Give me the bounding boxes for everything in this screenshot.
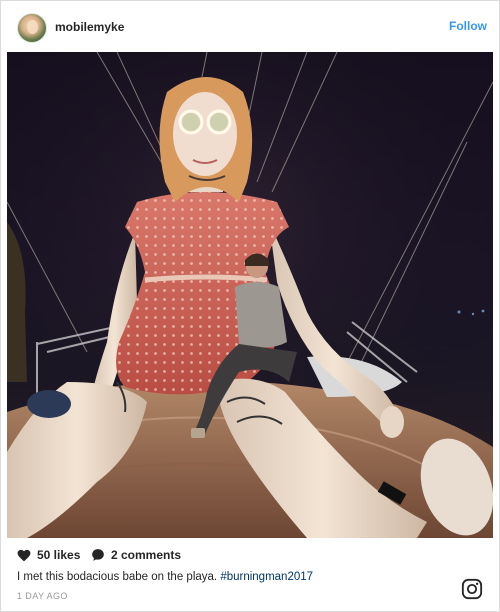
caption-text: I met this bodacious babe on the playa. <box>17 571 221 583</box>
post-caption: I met this bodacious babe on the playa. … <box>17 571 313 583</box>
heart-icon[interactable] <box>17 549 31 562</box>
username[interactable]: mobilemyke <box>55 20 124 34</box>
comments-count: 2 comments <box>111 548 182 562</box>
comments-group[interactable]: 2 comments <box>91 548 181 562</box>
avatar[interactable] <box>17 13 47 43</box>
post-timestamp[interactable]: 1 DAY AGO <box>17 591 68 601</box>
post-photo[interactable] <box>7 52 493 538</box>
hashtag-link[interactable]: #burningman2017 <box>220 571 313 583</box>
likes-group[interactable]: 50 likes <box>17 548 80 562</box>
instagram-embed-post: mobilemyke Follow 50 likes 2 comments I … <box>0 0 500 612</box>
likes-count: 50 likes <box>37 548 81 562</box>
instagram-logo-icon[interactable] <box>461 578 483 600</box>
photo-illustration <box>7 52 493 538</box>
follow-button[interactable]: Follow <box>449 19 487 33</box>
comment-bubble-icon[interactable] <box>91 548 105 562</box>
post-header: mobilemyke Follow <box>1 1 499 52</box>
